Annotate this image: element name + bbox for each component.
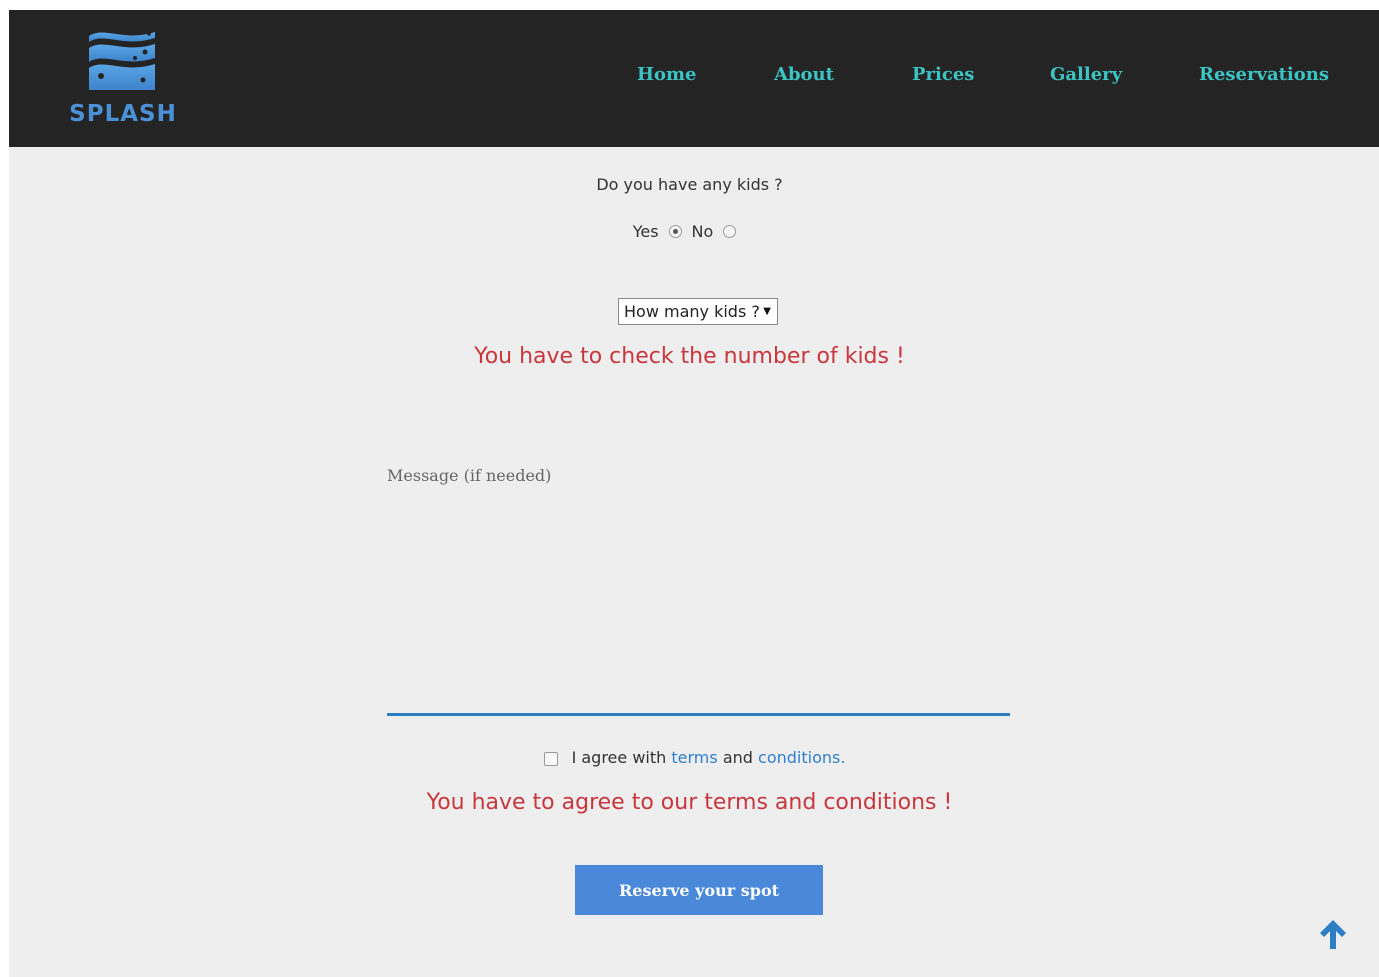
brand-logo[interactable]: SPLASH bbox=[69, 28, 179, 128]
radio-yes[interactable] bbox=[668, 225, 682, 238]
nav-about[interactable]: About bbox=[774, 64, 834, 85]
radio-no-label: No bbox=[691, 222, 714, 241]
message-label: Message (if needed) bbox=[387, 466, 552, 485]
brand-name: SPLASH bbox=[69, 101, 177, 127]
agree-row: I agree with terms and conditions. bbox=[0, 748, 1379, 767]
radio-no[interactable] bbox=[723, 225, 737, 238]
nav-gallery[interactable]: Gallery bbox=[1050, 64, 1122, 85]
nav-home[interactable]: Home bbox=[637, 64, 697, 85]
kids-count-select[interactable]: How many kids ? ▼ bbox=[618, 298, 778, 325]
agree-error-message: You have to agree to our terms and condi… bbox=[426, 790, 953, 815]
agree-and: and bbox=[722, 748, 753, 767]
kids-error-message: You have to check the number of kids ! bbox=[474, 344, 905, 369]
nav-prices[interactable]: Prices bbox=[912, 64, 974, 85]
radio-yes-label: Yes bbox=[632, 222, 659, 241]
kids-radio-group: Yes No bbox=[0, 221, 1379, 241]
agree-prefix: I agree with bbox=[571, 748, 667, 767]
message-textarea[interactable] bbox=[387, 495, 1010, 716]
site-header: SPLASH Home About Prices Gallery Reserva… bbox=[9, 10, 1379, 147]
nav-reservations[interactable]: Reservations bbox=[1199, 64, 1329, 85]
terms-link[interactable]: terms bbox=[671, 748, 717, 767]
reserve-button[interactable]: Reserve your spot bbox=[575, 865, 823, 915]
scroll-to-top-button[interactable] bbox=[1316, 917, 1350, 951]
kids-question: Do you have any kids ? bbox=[596, 175, 783, 194]
page: SPLASH Home About Prices Gallery Reserva… bbox=[9, 10, 1379, 977]
chevron-down-icon: ▼ bbox=[763, 306, 771, 317]
splash-waves-logo-icon bbox=[89, 32, 155, 90]
arrow-up-icon bbox=[1320, 920, 1346, 949]
agree-checkbox[interactable] bbox=[543, 751, 558, 766]
kids-count-select-value: How many kids ? bbox=[624, 302, 760, 321]
conditions-link[interactable]: conditions. bbox=[758, 748, 845, 767]
